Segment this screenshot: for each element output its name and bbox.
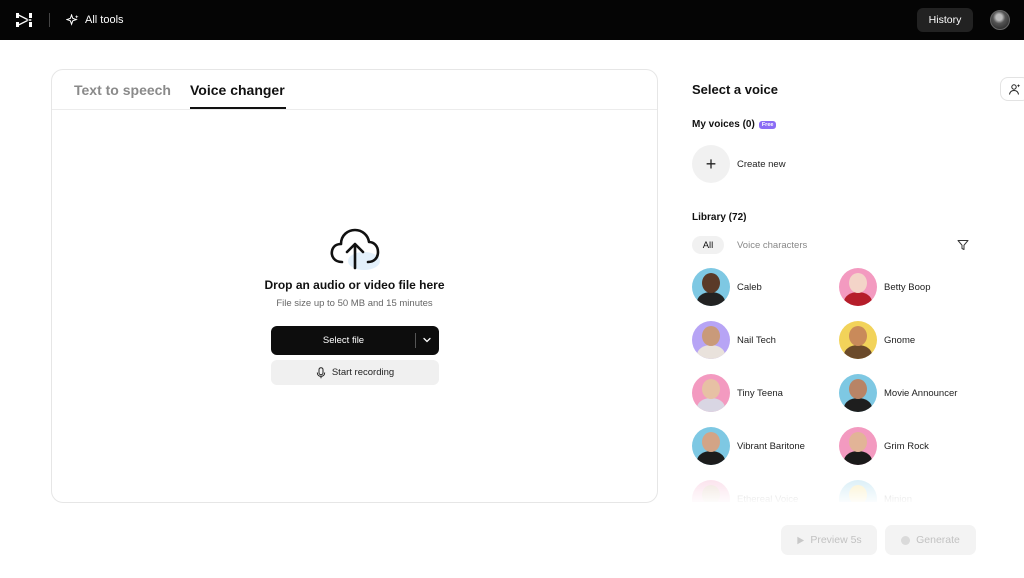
voice-name: Minion: [884, 494, 912, 502]
avatar-body: [844, 398, 872, 412]
voice-avatar: [839, 321, 877, 359]
all-tools-button[interactable]: All tools: [66, 12, 124, 28]
voice-name: Tiny Teena: [737, 388, 783, 399]
generate-status-icon: [901, 535, 911, 545]
create-new-label[interactable]: Create new: [737, 159, 786, 170]
chevron-down-icon[interactable]: [421, 334, 433, 346]
voice-name: Grim Rock: [884, 441, 929, 452]
generate-button[interactable]: Generate: [885, 525, 976, 555]
tab-text-to-speech[interactable]: Text to speech: [74, 82, 171, 98]
voice-item[interactable]: Minion: [839, 480, 979, 502]
tab-voice-changer[interactable]: Voice changer: [190, 82, 285, 98]
avatar-head: [702, 379, 720, 399]
library-header: Library (72): [692, 212, 747, 223]
select-file-separator: [415, 333, 416, 348]
voice-name: Ethereal Voice: [737, 494, 799, 502]
my-voices-label: My voices (0): [692, 119, 755, 130]
capcut-logo-icon[interactable]: [14, 11, 34, 29]
voice-item[interactable]: Caleb: [692, 268, 832, 306]
voice-avatar: [692, 268, 730, 306]
voice-item[interactable]: Grim Rock: [839, 427, 979, 465]
plus-icon: +: [705, 153, 717, 174]
select-file-button[interactable]: Select file: [271, 326, 439, 355]
select-file-label: Select file: [322, 335, 365, 346]
avatar-body: [844, 292, 872, 306]
voice-library-list[interactable]: Caleb Betty Boop Nail Tech Gnome Tiny Teena M…: [692, 268, 982, 502]
voice-avatar: [839, 427, 877, 465]
filter-voice-characters-chip[interactable]: Voice characters: [737, 240, 807, 251]
filter-icon[interactable]: [957, 239, 969, 251]
drop-zone-subtitle: File size up to 50 MB and 15 minutes: [276, 298, 433, 309]
drop-zone-title: Drop an audio or video file here: [264, 278, 445, 292]
voice-item[interactable]: Gnome: [839, 321, 979, 359]
user-avatar[interactable]: [990, 10, 1010, 30]
avatar-body: [844, 451, 872, 465]
side-panel-button[interactable]: [1000, 77, 1024, 101]
voice-item[interactable]: Vibrant Baritone: [692, 427, 832, 465]
start-recording-label: Start recording: [331, 367, 395, 378]
voice-avatar: [692, 480, 730, 502]
avatar-body: [844, 345, 872, 359]
preview-button[interactable]: Preview 5s: [781, 525, 877, 555]
start-recording-button[interactable]: Start recording: [271, 360, 439, 385]
avatar-head: [849, 379, 867, 399]
create-voice-button[interactable]: +: [692, 145, 730, 183]
voice-avatar: [839, 268, 877, 306]
voice-item[interactable]: Ethereal Voice: [692, 480, 832, 502]
voice-avatar: [692, 374, 730, 412]
voice-name: Vibrant Baritone: [737, 441, 805, 452]
avatar-head: [702, 485, 720, 502]
filter-all-chip[interactable]: All: [692, 236, 724, 254]
my-voices-header: My voices (0) Free: [692, 119, 777, 130]
tab-bar: Text to speech Voice changer: [52, 70, 657, 110]
avatar-body: [697, 345, 725, 359]
top-bar: All tools History: [0, 0, 1024, 40]
sparkle-icon: [66, 13, 79, 26]
voice-item[interactable]: Nail Tech: [692, 321, 832, 359]
voice-name: Nail Tech: [737, 335, 776, 346]
avatar-head: [702, 273, 720, 293]
cloud-upload-icon: [330, 228, 380, 270]
voice-name: Gnome: [884, 335, 916, 346]
avatar-body: [697, 398, 725, 412]
generate-label: Generate: [916, 534, 960, 546]
avatar-head: [849, 432, 867, 452]
select-voice-title: Select a voice: [692, 82, 778, 97]
avatar-body: [697, 451, 725, 465]
avatar-head: [849, 273, 867, 293]
avatar-head: [849, 326, 867, 346]
topbar-divider: [49, 13, 50, 27]
voice-avatar: [692, 321, 730, 359]
voice-avatar: [839, 480, 877, 502]
voice-avatar: [839, 374, 877, 412]
voice-name: Betty Boop: [884, 282, 931, 293]
voice-avatar: [692, 427, 730, 465]
voice-item[interactable]: Movie Announcer: [839, 374, 979, 412]
play-icon: [797, 536, 805, 544]
preview-label: Preview 5s: [810, 534, 862, 546]
active-tab-indicator: [190, 107, 286, 109]
avatar-head: [849, 485, 867, 502]
all-tools-label: All tools: [85, 14, 124, 26]
free-badge: Free: [758, 120, 777, 129]
voice-clone-icon: [1009, 84, 1021, 95]
avatar-head: [702, 432, 720, 452]
voice-name: Movie Announcer: [884, 388, 958, 399]
history-button[interactable]: History: [917, 8, 973, 32]
voice-name: Caleb: [737, 282, 762, 293]
microphone-icon: [316, 366, 326, 378]
avatar-body: [697, 292, 725, 306]
avatar-head: [702, 326, 720, 346]
main-panel: Text to speech Voice changer Drop an aud…: [51, 69, 658, 503]
voice-item[interactable]: Tiny Teena: [692, 374, 832, 412]
voice-item[interactable]: Betty Boop: [839, 268, 979, 306]
